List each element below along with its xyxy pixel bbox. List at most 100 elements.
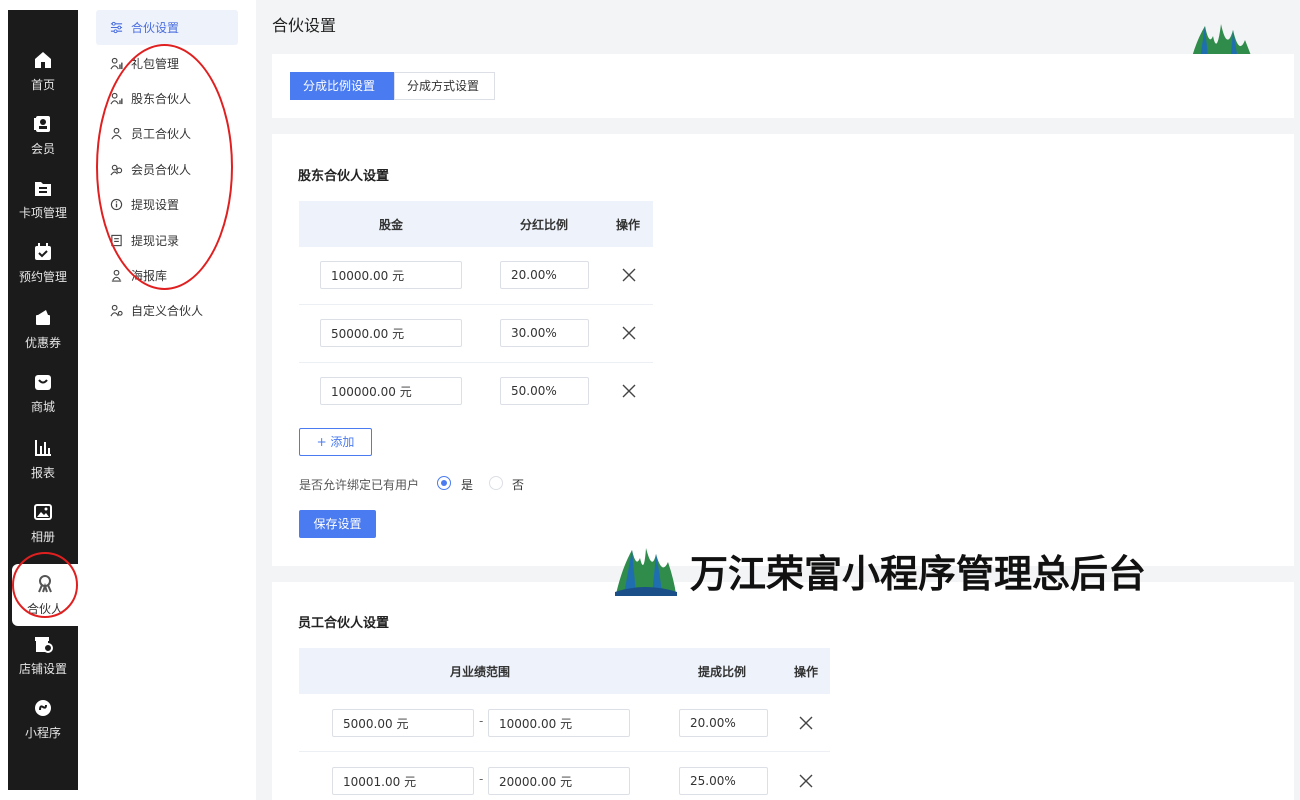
rail-item-album[interactable]: 相册	[8, 492, 78, 554]
range-to-input[interactable]	[488, 709, 630, 737]
table-row	[299, 247, 653, 305]
main-sidebar: 首页 会员 卡项管理 预约管理 优惠券 商城 报表 相册 合伙人 店铺设置 小程…	[8, 10, 78, 790]
rail-item-member[interactable]: 会员	[8, 104, 78, 166]
user-poster-icon	[111, 269, 122, 282]
column-header-monthly-range: 月业绩范围	[450, 665, 511, 679]
rail-item-store-settings[interactable]: 店铺设置	[8, 624, 78, 686]
commission-input[interactable]	[679, 767, 768, 795]
range-from-input[interactable]	[332, 709, 474, 737]
close-icon[interactable]	[798, 715, 814, 731]
rail-item-coupon[interactable]: 优惠券	[8, 298, 78, 360]
subnav-label: 提现设置	[131, 198, 180, 213]
close-icon[interactable]	[621, 325, 637, 341]
rail-item-partner[interactable]: 合伙人	[12, 564, 78, 626]
user-group-icon	[110, 164, 123, 176]
partner-icon	[38, 574, 52, 592]
tab-method-settings[interactable]: 分成方式设置	[394, 72, 495, 100]
rail-label: 报表	[30, 465, 55, 480]
tabs-card: 分成比例设置 分成方式设置	[272, 54, 1294, 118]
subnav-item-partner-settings[interactable]: 合伙设置	[96, 10, 238, 46]
page-title: 合伙设置	[272, 16, 337, 35]
subnav-label: 会员合伙人	[131, 162, 192, 177]
rail-label: 合伙人	[26, 601, 63, 616]
column-header-actions: 操作	[794, 665, 819, 679]
subnav-item-withdraw-settings[interactable]: 提现设置	[96, 187, 238, 222]
subnav-item-employee[interactable]: 员工合伙人	[96, 116, 238, 151]
radio-yes[interactable]	[437, 476, 451, 490]
subnav-item-withdraw-records[interactable]: 提现记录	[96, 222, 238, 257]
radio-no[interactable]	[489, 476, 503, 490]
card-list-icon	[35, 181, 51, 196]
rail-item-reports[interactable]: 报表	[8, 428, 78, 490]
shop-bag-icon	[35, 374, 51, 390]
save-button[interactable]: 保存设置	[299, 510, 376, 538]
subnav-item-poster-library[interactable]: 海报库	[96, 258, 238, 293]
section-title-shareholder: 股东合伙人设置	[298, 169, 390, 184]
rail-item-mall[interactable]: 商城	[8, 362, 78, 424]
watermark: 万江荣富小程序管理总后台	[614, 542, 1146, 598]
bind-user-question: 是否允许绑定已有用户	[299, 478, 420, 492]
subnav-label: 海报库	[131, 268, 168, 283]
subnav-item-shareholder[interactable]: 股东合伙人	[96, 81, 238, 116]
subnav-item-gift-package[interactable]: 礼包管理	[96, 45, 238, 80]
rail-label: 优惠券	[24, 335, 61, 350]
subnav-label: 礼包管理	[131, 56, 180, 71]
subnav-label: 股东合伙人	[131, 91, 192, 106]
table-row	[299, 363, 653, 421]
ratio-input[interactable]	[500, 319, 589, 347]
tab-ratio-settings[interactable]: 分成比例设置	[290, 72, 394, 100]
subnav-item-member-partner[interactable]: 会员合伙人	[96, 152, 238, 187]
user-gift-icon	[110, 57, 123, 69]
capital-input[interactable]	[320, 261, 462, 289]
rail-item-mini-program[interactable]: 小程序	[8, 688, 78, 750]
watermark-text: 万江荣富小程序管理总后台	[690, 551, 1147, 596]
rail-label: 会员	[30, 141, 55, 156]
info-icon	[110, 198, 123, 211]
rail-label: 店铺设置	[18, 661, 67, 676]
radio-yes-label: 是	[461, 478, 474, 492]
ratio-input[interactable]	[500, 261, 589, 289]
bar-chart-icon	[35, 439, 51, 456]
radio-no-label: 否	[512, 478, 525, 492]
ratio-input[interactable]	[500, 377, 589, 405]
close-icon[interactable]	[621, 267, 637, 283]
subnav-label: 提现记录	[131, 233, 180, 248]
table-row	[299, 305, 653, 363]
rail-label: 小程序	[24, 725, 61, 740]
employee-table-header: 月业绩范围 提成比例 操作	[299, 648, 830, 694]
close-icon[interactable]	[798, 773, 814, 789]
range-to-input[interactable]	[488, 767, 630, 795]
rail-item-booking[interactable]: 预约管理	[8, 232, 78, 294]
rail-item-cards[interactable]: 卡项管理	[8, 168, 78, 230]
rail-label: 相册	[30, 529, 55, 544]
section-title-employee: 员工合伙人设置	[298, 616, 390, 631]
rail-label: 预约管理	[18, 269, 67, 284]
coupon-icon	[36, 309, 50, 325]
commission-input[interactable]	[679, 709, 768, 737]
rail-label: 首页	[30, 77, 55, 92]
close-icon[interactable]	[621, 383, 637, 399]
rail-label: 卡项管理	[18, 205, 67, 220]
capital-input[interactable]	[320, 319, 462, 347]
store-settings-icon	[35, 636, 53, 653]
user-chart-icon	[110, 92, 123, 105]
rail-label: 商城	[30, 399, 55, 414]
range-separator: -	[479, 714, 484, 728]
add-row-button[interactable]: + 添加	[299, 428, 372, 456]
home-icon	[35, 51, 51, 68]
table-row: -	[299, 694, 830, 752]
capital-input[interactable]	[320, 377, 462, 405]
column-header-capital: 股金	[379, 218, 404, 232]
sliders-icon	[110, 22, 123, 34]
shareholder-table-header: 股金 分红比例 操作	[299, 201, 653, 247]
image-icon	[34, 503, 52, 520]
rail-item-home[interactable]: 首页	[8, 40, 78, 102]
column-header-actions: 操作	[616, 218, 641, 232]
subnav-item-custom-partner[interactable]: 自定义合伙人	[96, 293, 238, 328]
range-from-input[interactable]	[332, 767, 474, 795]
calendar-check-icon	[35, 242, 51, 260]
column-header-commission-ratio: 提成比例	[698, 665, 747, 679]
sub-navigation: 合伙设置 礼包管理 股东合伙人 员工合伙人 会员合伙人 提现设置 提现记录 海报…	[96, 10, 238, 329]
subnav-label: 合伙设置	[131, 21, 180, 36]
mini-program-icon	[35, 699, 51, 716]
